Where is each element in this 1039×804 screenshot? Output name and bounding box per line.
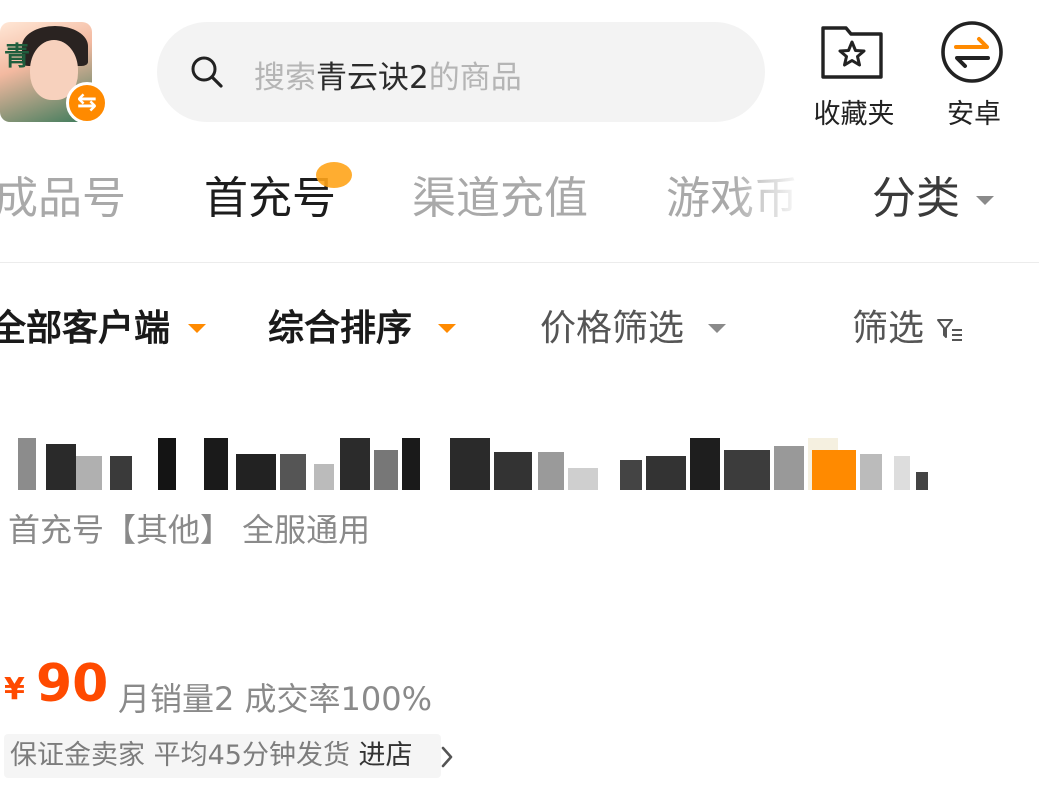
seller-info: 保证金卖家 平均45分钟发货 <box>10 740 350 771</box>
more-filter[interactable]: 筛选 <box>852 306 924 352</box>
search-placeholder[interactable]: 搜索青云诀2的商品 <box>254 52 522 97</box>
tab-finished-account[interactable]: 成品号 <box>0 172 126 226</box>
search-game-name: 青云诀2 <box>316 60 429 96</box>
product-price: 90 <box>36 654 109 714</box>
hot-dot-icon <box>316 162 352 188</box>
favorites-label: 收藏夹 <box>813 99 895 130</box>
folder-star-icon <box>821 26 883 79</box>
tab-first-recharge[interactable]: 首充号 <box>204 172 336 226</box>
platform-label: 安卓 <box>947 99 1001 130</box>
price-filter[interactable]: 价格筛选 <box>540 306 684 352</box>
category-caret-icon <box>976 196 994 205</box>
sales-stats: 月销量2 成交率100% <box>118 680 433 718</box>
favorites-button[interactable]: 收藏夹 <box>808 20 900 130</box>
tab-scroll-fade <box>730 160 830 240</box>
sort-caret-icon <box>438 324 456 333</box>
funnel-icon <box>937 319 962 341</box>
platform-switch-button[interactable]: 安卓 <box>936 16 1016 130</box>
price-caret-icon <box>708 324 726 333</box>
search-suffix: 的商品 <box>428 60 522 96</box>
sort-filter[interactable]: 综合排序 <box>268 306 412 352</box>
pixelated-product-title[interactable] <box>18 438 928 490</box>
enter-store-link[interactable]: 进店 <box>359 740 413 771</box>
tabs-divider <box>0 262 1039 263</box>
seller-info-bar[interactable]: 保证金卖家 平均45分钟发货 进店 <box>4 734 441 778</box>
client-caret-icon <box>188 324 206 333</box>
price-symbol: ¥ <box>4 672 25 707</box>
tab-category[interactable]: 分类 <box>872 172 960 226</box>
switch-game-badge-icon[interactable]: ⇆ <box>66 82 108 124</box>
search-icon <box>191 56 223 88</box>
tab-channel-recharge[interactable]: 渠道充值 <box>412 172 588 226</box>
search-prefix: 搜索 <box>254 60 316 96</box>
product-tags: 首充号【其他】 全服通用 <box>8 511 371 549</box>
game-logo-glyph: 青 <box>4 42 31 72</box>
chevron-right-icon <box>441 746 453 768</box>
client-filter[interactable]: 全部客户端 <box>0 306 170 352</box>
swap-arrows-icon <box>941 21 1003 83</box>
